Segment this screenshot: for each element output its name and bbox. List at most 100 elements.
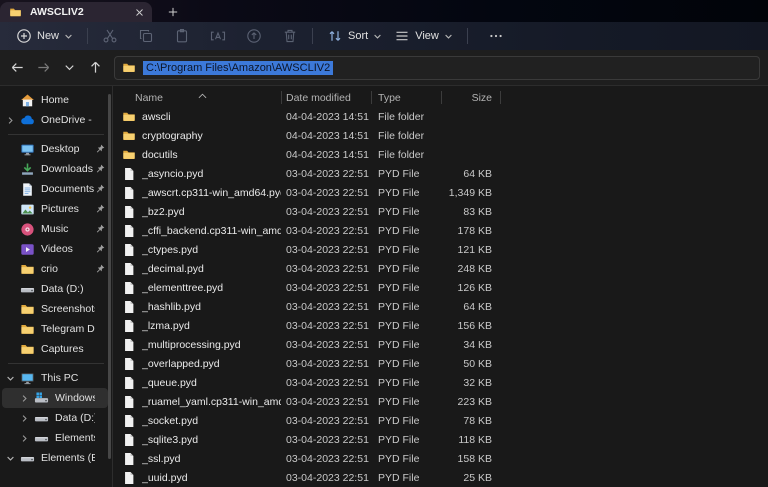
file-row[interactable]: _decimal.pyd 03-04-2023 22:51 PYD File 2… xyxy=(113,259,768,278)
file-row[interactable]: _ruamel_yaml.cp311-win_amd64.pyd 03-04-2… xyxy=(113,392,768,411)
toolbar-action-button[interactable] xyxy=(136,25,156,47)
chevron-icon[interactable] xyxy=(6,184,20,194)
nav-button[interactable] xyxy=(5,56,29,80)
sidebar-item[interactable]: Data (D:) xyxy=(2,408,108,428)
sidebar-item[interactable]: Captures xyxy=(2,339,108,359)
column-header-type[interactable]: Type xyxy=(371,92,441,104)
sidebar-item[interactable]: Downloads xyxy=(2,159,108,179)
column-divider[interactable] xyxy=(371,91,372,104)
file-row[interactable]: _queue.pyd 03-04-2023 22:51 PYD File 32 … xyxy=(113,373,768,392)
sidebar-item[interactable]: Elements (E:) xyxy=(2,428,108,448)
chevron-icon[interactable] xyxy=(6,244,20,254)
sidebar-item-label: Pictures xyxy=(41,203,95,215)
sidebar-item[interactable]: Telegram Desktop xyxy=(2,319,108,339)
chevron-right-icon[interactable] xyxy=(20,393,34,403)
file-row[interactable]: awscli 04-04-2023 14:51 File folder xyxy=(113,107,768,126)
folder-icon xyxy=(122,110,136,124)
column-divider[interactable] xyxy=(441,91,442,104)
pin-icon xyxy=(95,164,105,174)
file-row[interactable]: _uuid.pyd 03-04-2023 22:51 PYD File 25 K… xyxy=(113,468,768,487)
file-icon xyxy=(122,433,136,447)
file-row[interactable]: _awscrt.cp311-win_amd64.pyd 03-04-2023 2… xyxy=(113,183,768,202)
file-row[interactable]: _multiprocessing.pyd 03-04-2023 22:51 PY… xyxy=(113,335,768,354)
toolbar-action-button[interactable] xyxy=(208,25,228,47)
toolbar-action-button[interactable] xyxy=(100,25,120,47)
chevron-right-icon[interactable] xyxy=(6,115,20,125)
file-date-modified: 03-04-2023 22:51 xyxy=(281,320,371,332)
file-row[interactable]: _elementtree.pyd 03-04-2023 22:51 PYD Fi… xyxy=(113,278,768,297)
sidebar-item[interactable]: OneDrive - Persona xyxy=(2,110,108,130)
chevron-icon[interactable] xyxy=(6,284,20,294)
file-row[interactable]: _ssl.pyd 03-04-2023 22:51 PYD File 158 K… xyxy=(113,449,768,468)
file-row[interactable]: _asyncio.pyd 03-04-2023 22:51 PYD File 6… xyxy=(113,164,768,183)
sidebar-item[interactable]: Documents xyxy=(2,179,108,199)
file-row[interactable]: _overlapped.pyd 03-04-2023 22:51 PYD Fil… xyxy=(113,354,768,373)
toolbar-action-button[interactable] xyxy=(172,25,192,47)
file-row[interactable]: _hashlib.pyd 03-04-2023 22:51 PYD File 6… xyxy=(113,297,768,316)
file-name: _bz2.pyd xyxy=(142,206,185,218)
sidebar-item[interactable]: Desktop xyxy=(2,139,108,159)
sidebar-item[interactable]: Home xyxy=(2,90,108,110)
plus-circle-icon xyxy=(16,28,32,44)
address-bar[interactable]: C:\Program Files\Amazon\AWSCLIV2 xyxy=(114,56,760,80)
see-more-button[interactable] xyxy=(482,25,510,47)
chevron-down-icon[interactable] xyxy=(6,373,20,383)
home-icon xyxy=(20,93,35,108)
new-button[interactable]: New xyxy=(10,25,79,47)
sidebar-item[interactable]: Screenshots xyxy=(2,299,108,319)
column-divider[interactable] xyxy=(281,91,282,104)
column-header-name[interactable]: Name xyxy=(113,92,281,104)
sidebar-item[interactable]: crio xyxy=(2,259,108,279)
ellipsis-icon xyxy=(488,28,504,44)
file-icon xyxy=(122,452,136,466)
sidebar-item[interactable]: Music xyxy=(2,219,108,239)
sidebar-item[interactable]: Elements (E:) xyxy=(2,448,108,468)
chevron-down-icon[interactable] xyxy=(6,453,20,463)
sidebar-item-label: Screenshots xyxy=(41,303,95,315)
nav-button[interactable] xyxy=(83,56,107,80)
chevron-icon[interactable] xyxy=(6,324,20,334)
column-header-date-modified[interactable]: Date modified xyxy=(281,92,371,104)
nav-button[interactable] xyxy=(31,56,55,80)
chevron-icon[interactable] xyxy=(6,224,20,234)
tab-close-button[interactable] xyxy=(131,4,147,20)
file-row[interactable]: docutils 04-04-2023 14:51 File folder xyxy=(113,145,768,164)
file-date-modified: 03-04-2023 22:51 xyxy=(281,206,371,218)
file-row[interactable]: _ctypes.pyd 03-04-2023 22:51 PYD File 12… xyxy=(113,240,768,259)
view-button[interactable]: View xyxy=(388,25,459,47)
sidebar-item[interactable]: Videos xyxy=(2,239,108,259)
file-name: _lzma.pyd xyxy=(142,320,190,332)
toolbar-action-button[interactable] xyxy=(244,25,264,47)
chevron-icon[interactable] xyxy=(6,264,20,274)
sidebar-item[interactable]: Pictures xyxy=(2,199,108,219)
sidebar-item[interactable]: Windows (C:) xyxy=(2,388,108,408)
sort-button[interactable]: Sort xyxy=(321,25,388,47)
file-row[interactable]: _cffi_backend.cp311-win_amd64.pyd 03-04-… xyxy=(113,221,768,240)
chevron-icon[interactable] xyxy=(6,95,20,105)
chevron-icon[interactable] xyxy=(6,304,20,314)
column-divider[interactable] xyxy=(500,91,501,104)
chevron-icon[interactable] xyxy=(6,204,20,214)
sidebar-scrollbar[interactable] xyxy=(108,94,111,459)
sidebar-item[interactable]: This PC xyxy=(2,368,108,388)
file-row[interactable]: _socket.pyd 03-04-2023 22:51 PYD File 78… xyxy=(113,411,768,430)
chevron-icon[interactable] xyxy=(6,164,20,174)
file-date-modified: 03-04-2023 22:51 xyxy=(281,453,371,465)
chevron-icon[interactable] xyxy=(6,144,20,154)
nav-button[interactable] xyxy=(57,56,81,80)
chevron-right-icon[interactable] xyxy=(20,413,34,423)
file-name: docutils xyxy=(142,149,178,161)
file-date-modified: 03-04-2023 22:51 xyxy=(281,358,371,370)
toolbar-action-button[interactable] xyxy=(280,25,300,47)
pin-icon xyxy=(95,184,105,194)
new-tab-button[interactable] xyxy=(164,3,180,19)
file-row[interactable]: _bz2.pyd 03-04-2023 22:51 PYD File 83 KB xyxy=(113,202,768,221)
file-row[interactable]: _sqlite3.pyd 03-04-2023 22:51 PYD File 1… xyxy=(113,430,768,449)
file-row[interactable]: _lzma.pyd 03-04-2023 22:51 PYD File 156 … xyxy=(113,316,768,335)
chevron-right-icon[interactable] xyxy=(20,433,34,443)
file-row[interactable]: cryptography 04-04-2023 14:51 File folde… xyxy=(113,126,768,145)
column-header-size[interactable]: Size xyxy=(441,92,500,104)
chevron-icon[interactable] xyxy=(6,344,20,354)
explorer-tab[interactable]: AWSCLIV2 xyxy=(0,2,152,22)
sidebar-item[interactable]: Data (D:) xyxy=(2,279,108,299)
